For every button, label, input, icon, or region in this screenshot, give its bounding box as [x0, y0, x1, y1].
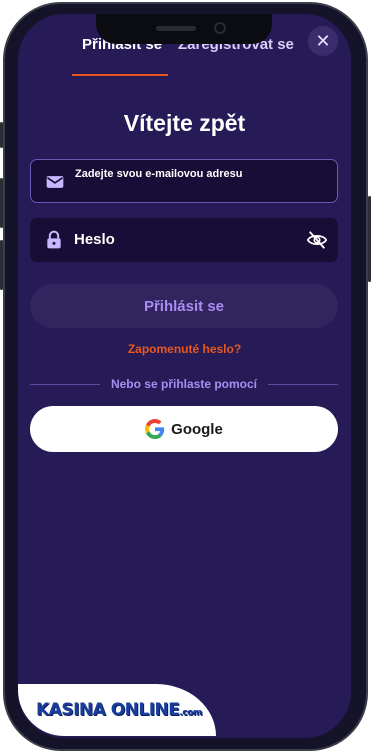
mute-switch [0, 122, 3, 148]
page-title: Vítejte zpět [123, 110, 246, 136]
close-button[interactable]: ✕ [308, 26, 338, 56]
password-value: Heslo [74, 231, 115, 248]
eye-off-icon[interactable] [306, 229, 328, 251]
speaker-grille [156, 26, 196, 31]
envelope-icon [46, 176, 64, 188]
google-login-button[interactable]: Google [30, 406, 338, 452]
kasinaonline-logo: KASINA ONLINE.com [36, 700, 202, 720]
google-button-label: Google [171, 420, 223, 438]
close-icon: ✕ [315, 30, 331, 51]
front-camera [214, 22, 226, 34]
volume-down-button [0, 240, 3, 290]
active-tab-indicator [72, 74, 168, 76]
forgot-password-link[interactable]: Zapomenuté heslo? [18, 342, 351, 356]
login-button[interactable]: Přihlásit se [30, 284, 338, 328]
divider: Nebo se přihlaste pomocí [30, 376, 338, 392]
screen: Přihlásit se Zaregistrovat se ✕ Vítejte … [18, 14, 351, 738]
brand-logo-badge: KASINA ONLINE.com [18, 684, 216, 736]
divider-line-right [268, 384, 338, 385]
volume-up-button [0, 178, 3, 228]
phone-notch [96, 14, 272, 44]
google-icon [145, 419, 165, 439]
email-field[interactable]: Zadejte svou e-mailovou adresu [30, 159, 338, 203]
lock-icon [47, 230, 61, 249]
password-field[interactable]: Heslo [30, 218, 338, 262]
email-placeholder: Zadejte svou e-mailovou adresu [75, 168, 243, 180]
